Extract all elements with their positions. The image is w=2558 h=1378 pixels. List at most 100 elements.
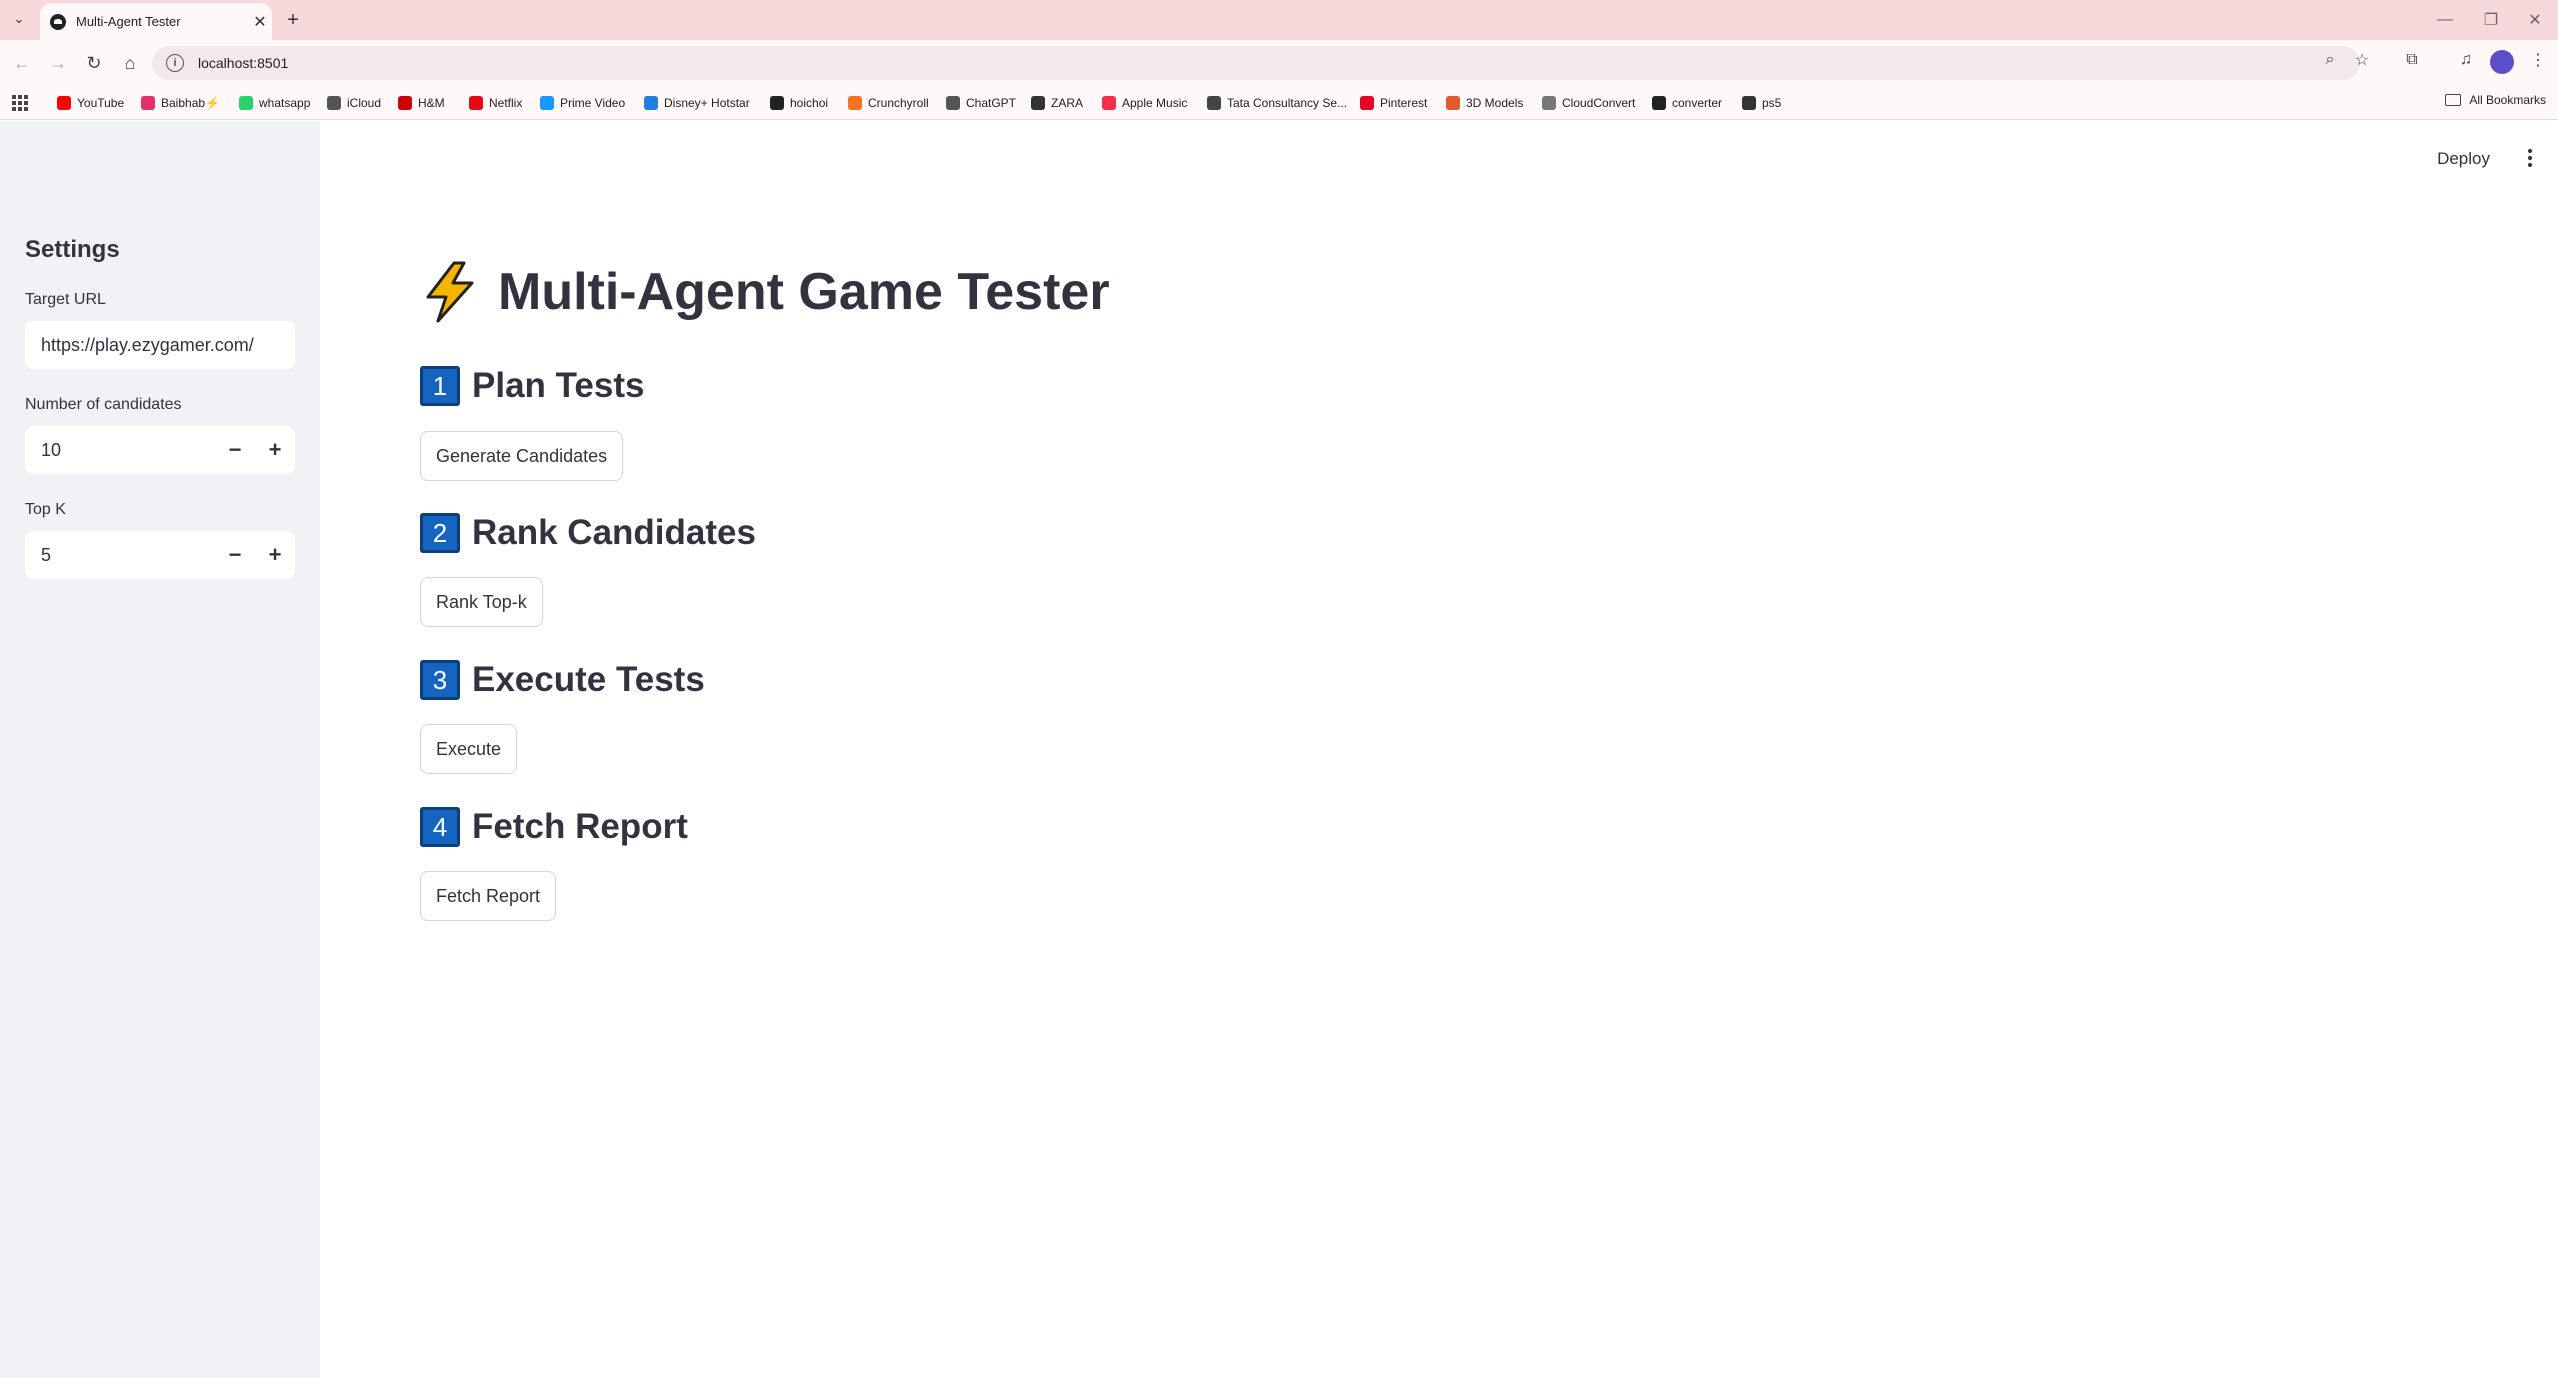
bookmark-label: hoichoi — [790, 96, 829, 110]
all-bookmarks-label: All Bookmarks — [2469, 93, 2546, 107]
section-execute-tests: 3 Execute Tests — [420, 660, 705, 700]
page-title-text: Multi-Agent Game Tester — [498, 263, 1110, 321]
bookmark-item[interactable]: Apple Music — [1102, 93, 1187, 113]
section-rank-candidates: 2 Rank Candidates — [420, 513, 756, 553]
bookmark-star-icon[interactable]: ☆ — [2348, 46, 2376, 74]
home-icon[interactable]: ⌂ — [116, 49, 144, 77]
bookmark-item[interactable]: ChatGPT — [946, 93, 1016, 113]
bookmark-favicon-icon — [141, 96, 155, 110]
bookmark-favicon-icon — [1652, 96, 1666, 110]
apps-grid-icon[interactable] — [12, 95, 28, 111]
restore-icon[interactable]: ❐ — [2468, 6, 2514, 34]
bookmark-item[interactable]: 3D Models — [1446, 93, 1523, 113]
bookmark-item[interactable]: Pinterest — [1360, 93, 1427, 113]
all-bookmarks-button[interactable]: All Bookmarks — [2445, 93, 2546, 107]
bookmark-item[interactable]: Prime Video — [540, 93, 625, 113]
bookmark-label: Apple Music — [1122, 96, 1188, 110]
bookmark-label: Tata Consultancy Se... — [1227, 96, 1348, 110]
tab-close-icon[interactable]: ✕ — [248, 12, 272, 32]
bookmark-label: Disney+ Hotstar — [664, 96, 750, 110]
bookmark-item[interactable]: hoichoi — [770, 93, 828, 113]
bookmark-item[interactable]: CloudConvert — [1542, 93, 1635, 113]
section-number-badge: 2 — [420, 513, 460, 553]
forward-arrow-icon[interactable]: → — [44, 49, 72, 77]
bookmark-item[interactable]: ZARA — [1031, 93, 1083, 113]
generate-candidates-button[interactable]: Generate Candidates — [420, 431, 624, 481]
site-info-icon[interactable]: i — [166, 54, 184, 72]
bookmark-item[interactable]: whatsapp — [239, 93, 310, 113]
top-k-value[interactable]: 5 — [25, 545, 215, 566]
bookmark-label: ps5 — [1762, 96, 1782, 110]
num-candidates-value[interactable]: 10 — [25, 440, 215, 461]
bookmark-favicon-icon — [540, 96, 554, 110]
profile-avatar[interactable] — [2490, 50, 2514, 74]
folder-icon — [2445, 94, 2462, 106]
deploy-button[interactable]: Deploy — [2437, 149, 2490, 169]
bookmark-item[interactable]: iCloud — [327, 93, 381, 113]
tab-search-chevron-icon[interactable]: ⌄ — [8, 8, 30, 30]
bookmark-item[interactable]: Tata Consultancy Se... — [1207, 93, 1347, 113]
browser-tab-active[interactable]: Multi-Agent Tester ✕ — [40, 3, 272, 40]
num-candidates-stepper: 10 − + — [25, 426, 295, 474]
bookmark-label: YouTube — [77, 96, 125, 110]
section-heading: Fetch Report — [472, 807, 688, 846]
bookmark-favicon-icon — [848, 96, 862, 110]
bookmark-label: ChatGPT — [966, 96, 1017, 110]
bookmark-item[interactable]: Baibhab⚡ — [141, 93, 220, 113]
new-tab-icon[interactable]: + — [280, 7, 306, 33]
address-bar[interactable]: i localhost:8501 — [152, 46, 2360, 80]
browser-menu-icon[interactable]: ⋮ — [2524, 46, 2552, 74]
target-url-input[interactable]: https://play.ezygamer.com/ — [25, 321, 295, 369]
bookmark-item[interactable]: Netflix — [469, 93, 522, 113]
bookmark-label: CloudConvert — [1562, 96, 1636, 110]
bookmark-item[interactable]: YouTube — [57, 93, 124, 113]
fetch-report-button[interactable]: Fetch Report — [420, 871, 557, 921]
media-control-icon[interactable]: ♫ — [2452, 46, 2480, 74]
bookmark-favicon-icon — [1102, 96, 1116, 110]
bookmark-favicon-icon — [1542, 96, 1556, 110]
section-number-badge: 1 — [420, 366, 460, 406]
browser-toolbar: ← → ↻ ⌂ i localhost:8501 ⌕ ☆ ⧉ ♫ ⋮ — [0, 40, 2558, 86]
address-url[interactable]: localhost:8501 — [198, 55, 288, 71]
section-heading: Rank Candidates — [472, 513, 756, 552]
bookmark-favicon-icon — [644, 96, 658, 110]
bookmark-favicon-icon — [239, 96, 253, 110]
execute-button[interactable]: Execute — [420, 724, 518, 774]
top-k-label: Top K — [25, 501, 66, 518]
section-heading: Execute Tests — [472, 660, 705, 699]
window-close-icon[interactable]: ✕ — [2512, 6, 2558, 34]
top-k-decrement-button[interactable]: − — [215, 531, 255, 579]
back-arrow-icon[interactable]: ← — [8, 49, 36, 77]
minimize-icon[interactable]: — — [2422, 6, 2468, 34]
extensions-icon[interactable]: ⧉ — [2398, 46, 2426, 74]
bookmark-item[interactable]: ps5 — [1742, 93, 1781, 113]
bookmark-favicon-icon — [1207, 96, 1221, 110]
bookmark-label: whatsapp — [259, 96, 311, 110]
top-k-increment-button[interactable]: + — [255, 531, 295, 579]
bookmark-favicon-icon — [469, 96, 483, 110]
bookmark-item[interactable]: converter — [1652, 93, 1722, 113]
rank-top-k-button[interactable]: Rank Top-k — [420, 577, 543, 627]
bookmark-favicon-icon — [946, 96, 960, 110]
bookmark-favicon-icon — [1360, 96, 1374, 110]
bookmark-label: 3D Models — [1466, 96, 1524, 110]
app-menu-icon[interactable] — [2518, 145, 2542, 171]
section-heading: Plan Tests — [472, 366, 645, 405]
zoom-icon[interactable]: ⌕ — [2316, 46, 2344, 74]
num-candidates-increment-button[interactable]: + — [255, 426, 295, 474]
num-candidates-decrement-button[interactable]: − — [215, 426, 255, 474]
section-plan-tests: 1 Plan Tests — [420, 366, 644, 406]
bookmark-favicon-icon — [398, 96, 412, 110]
reload-icon[interactable]: ↻ — [80, 49, 108, 77]
bookmark-item[interactable]: H&M — [398, 93, 445, 113]
bookmark-label: Netflix — [489, 96, 523, 110]
bookmark-item[interactable]: Disney+ Hotstar — [644, 93, 750, 113]
num-candidates-label: Number of candidates — [25, 396, 182, 413]
bookmark-favicon-icon — [1446, 96, 1460, 110]
bookmark-label: H&M — [418, 96, 445, 110]
tab-favicon-icon — [50, 13, 66, 30]
bookmark-label: Prime Video — [560, 96, 626, 110]
bookmark-label: Crunchyroll — [868, 96, 929, 110]
bookmark-item[interactable]: Crunchyroll — [848, 93, 929, 113]
bookmark-favicon-icon — [327, 96, 341, 110]
